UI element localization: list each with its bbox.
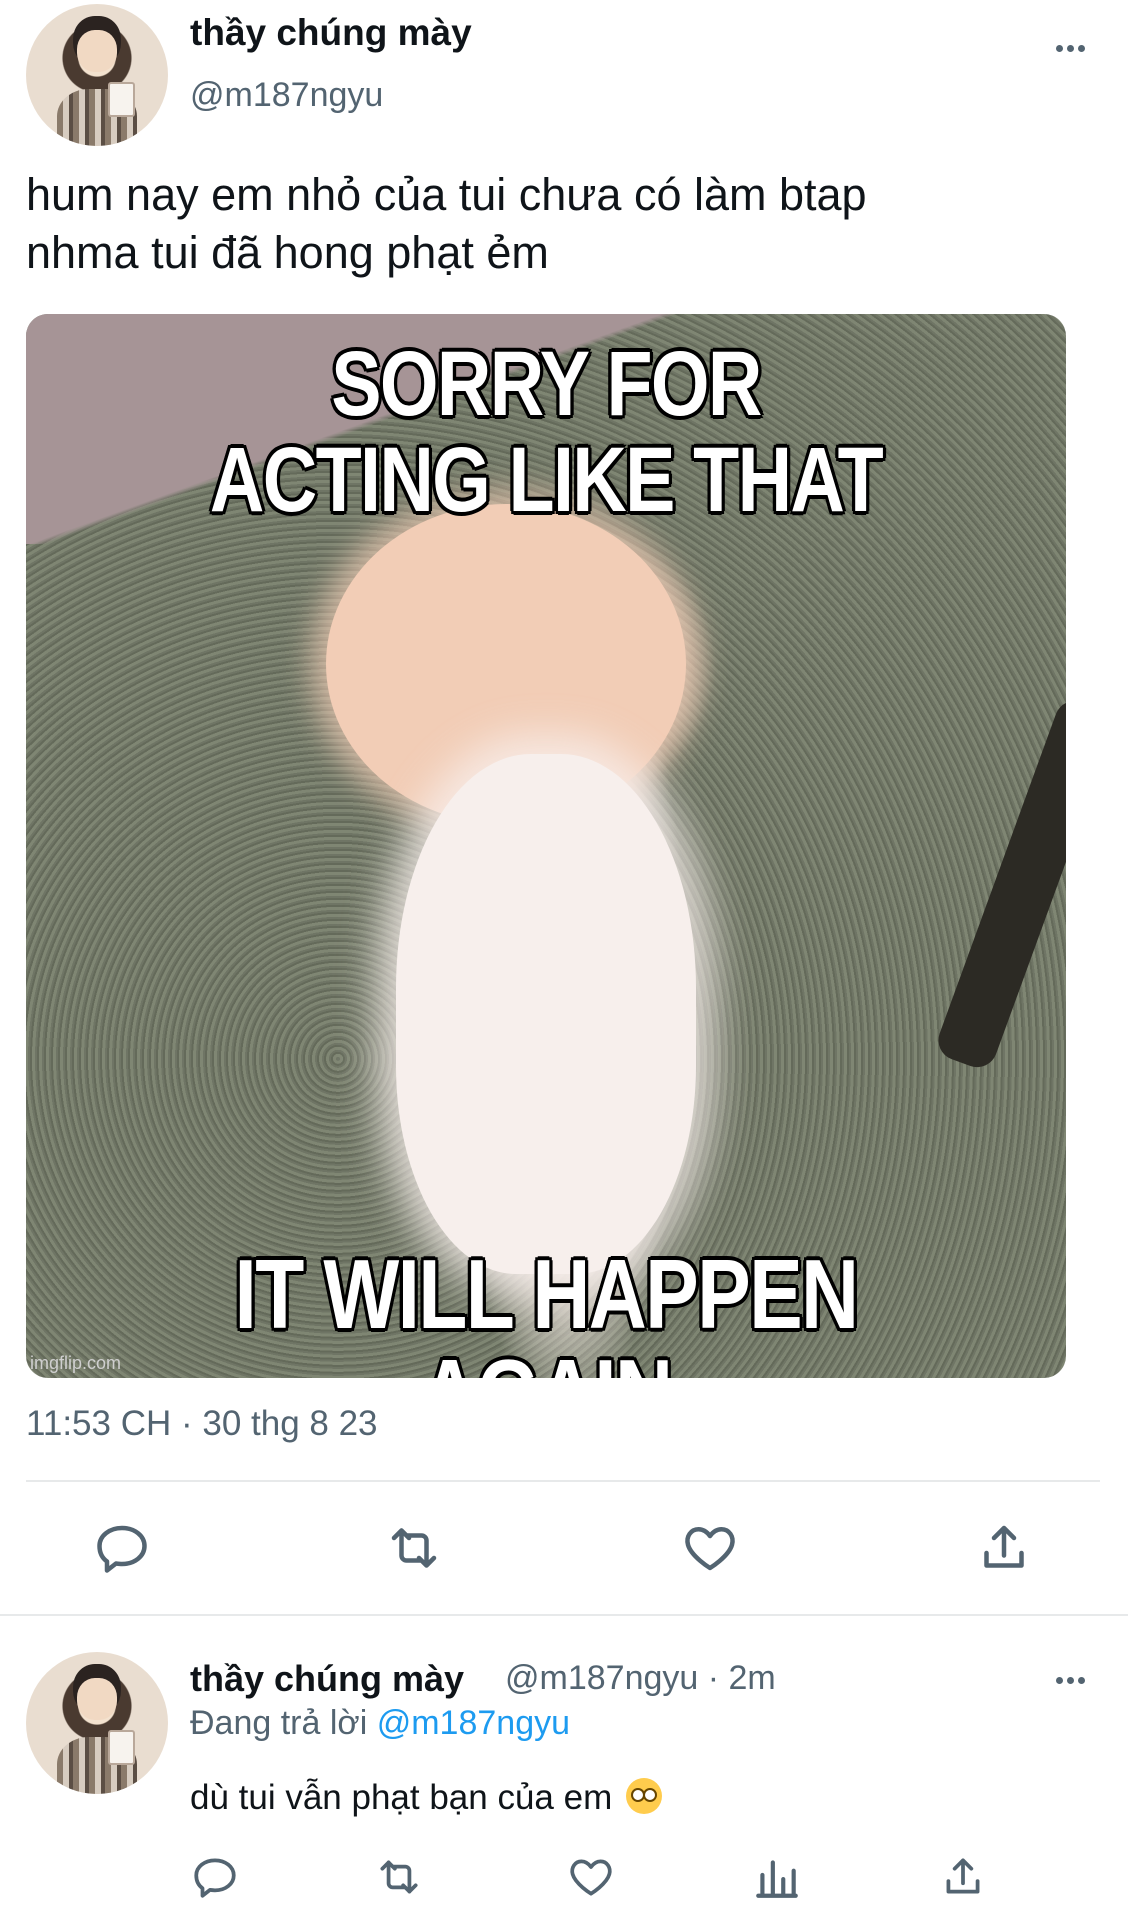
replying-to-prefix: Đang trả lời (190, 1704, 368, 1742)
reply-author-handle-time[interactable]: @m187ngyu · 2m (505, 1659, 776, 1698)
media-watermark: imgflip.com (30, 1353, 122, 1373)
author-handle[interactable]: @m187ngyu (190, 76, 383, 115)
analytics-icon[interactable] (752, 1852, 802, 1902)
meme-caption-top: ACTING LIKE THAT (209, 429, 884, 531)
author-name[interactable]: thầy chúng mày (190, 12, 472, 54)
more-options-icon[interactable] (1050, 1660, 1090, 1700)
reply-icon[interactable] (190, 1852, 240, 1902)
tweet-timestamp[interactable]: 11:53 CH · 30 thg 8 23 (26, 1404, 378, 1444)
more-options-icon[interactable] (1050, 28, 1090, 68)
avatar-cup (108, 82, 136, 118)
tweet-text: hum nay em nhỏ của tui chưa có làm btap … (26, 166, 1106, 282)
divider (26, 1480, 1100, 1482)
like-icon[interactable] (566, 1852, 616, 1902)
cat-body-shape (396, 754, 696, 1274)
avatar-cup (108, 1730, 136, 1766)
tweet-text-line: nhma tui đã hong phạt ẻm (26, 227, 549, 278)
reply-author-name[interactable]: thầy chúng mày (190, 1658, 464, 1700)
avatar-face (77, 29, 117, 73)
author-avatar[interactable] (26, 4, 168, 146)
chair-leg-shape (932, 695, 1066, 1073)
reply-icon[interactable] (92, 1518, 152, 1578)
meme-caption-top: SORRY FOR (331, 333, 762, 435)
replying-to: Đang trả lời @m187ngyu (190, 1704, 570, 1743)
retweet-icon[interactable] (384, 1518, 444, 1578)
share-icon[interactable] (938, 1852, 988, 1902)
replying-to-mention[interactable]: @m187ngyu (377, 1704, 570, 1742)
tweet-text-line: hum nay em nhỏ của tui chưa có làm btap (26, 169, 867, 220)
retweet-icon[interactable] (374, 1852, 424, 1902)
reply-text-content: dù tui vẫn phạt bạn của em (190, 1778, 613, 1817)
reply-author-avatar[interactable] (26, 1652, 168, 1794)
tweet-media-image[interactable]: SORRY FOR ACTING LIKE THAT IT WILL HAPPE… (26, 314, 1066, 1378)
share-icon[interactable] (974, 1518, 1034, 1578)
flushed-face-emoji-icon (625, 1778, 662, 1814)
like-icon[interactable] (680, 1518, 740, 1578)
reply-text: dù tui vẫn phạt bạn của em (190, 1778, 662, 1818)
meme-caption-bottom: IT WILL HAPPEN AGAIN (234, 1239, 860, 1378)
divider (0, 1614, 1128, 1616)
avatar-face (77, 1677, 117, 1721)
